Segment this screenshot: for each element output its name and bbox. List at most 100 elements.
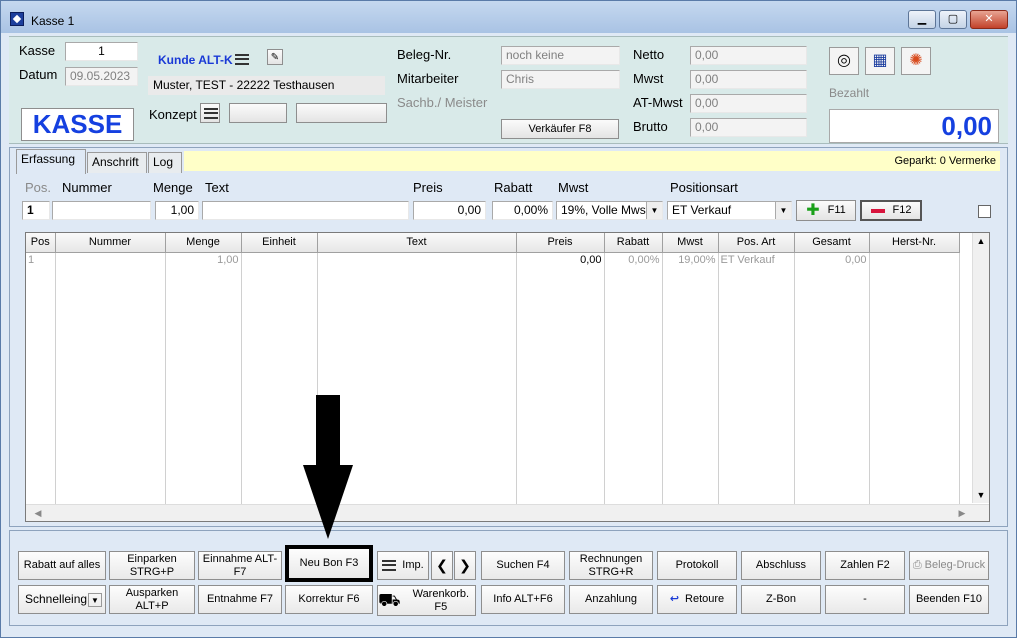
kasse-big-label: KASSE — [21, 108, 134, 141]
zbon-button[interactable]: Z-Bon — [741, 585, 821, 614]
beleg-druck-button[interactable]: ⎙ Beleg-Druck — [909, 551, 989, 580]
ausparken-button[interactable]: Ausparken ALT+P — [109, 585, 195, 614]
tab-log[interactable]: Log — [148, 152, 182, 173]
neu-bon-button[interactable]: Neu Bon F3 — [285, 545, 373, 582]
col-header[interactable]: Rabatt — [604, 233, 663, 253]
scroll-up-icon[interactable]: ▲ — [973, 233, 989, 249]
cart-icon: ⛟ — [378, 590, 401, 610]
suchen-button[interactable]: Suchen F4 — [481, 551, 565, 580]
scroll-left-icon[interactable]: ◀ — [30, 505, 46, 521]
cd-tool-icon[interactable]: ◎ — [829, 47, 859, 75]
cell-mwst: 19,00% — [662, 252, 719, 505]
rechnungen-button[interactable]: Rechnungen STRG+R — [569, 551, 653, 580]
entry-checkbox[interactable] — [978, 205, 991, 218]
beenden-button[interactable]: Beenden F10 — [909, 585, 989, 614]
mwst-select[interactable]: 19%, Volle Mwst ▼ — [556, 201, 663, 220]
kunde-link[interactable]: Kunde ALT-K — [158, 53, 233, 67]
col-header[interactable]: Menge — [165, 233, 242, 253]
einnahme-button[interactable]: Einnahme ALT-F7 — [198, 551, 282, 580]
protokoll-button[interactable]: Protokoll — [657, 551, 737, 580]
nummer-label: Nummer — [62, 180, 112, 195]
add-position-button[interactable]: ✚ F11 — [796, 200, 856, 221]
menge-label: Menge — [153, 180, 193, 195]
client-area: Kasse 1 Datum 09.05.2023 KASSE Kunde ALT… — [9, 33, 1008, 633]
grid-header-row: Pos Nummer Menge Einheit Text Preis Raba… — [26, 233, 960, 253]
nummer-input[interactable] — [52, 201, 151, 220]
calculator-icon[interactable]: ▦ — [865, 47, 895, 75]
netto-label: Netto — [633, 47, 665, 62]
col-header[interactable]: Nummer — [55, 233, 166, 253]
korrektur-button[interactable]: Korrektur F6 — [285, 585, 373, 614]
minimize-button[interactable]: ▁ — [908, 10, 936, 29]
scroll-right-icon[interactable]: ▶ — [954, 505, 970, 521]
col-header[interactable]: Gesamt — [794, 233, 870, 253]
zahlen-button[interactable]: Zahlen F2 — [825, 551, 905, 580]
remove-position-button[interactable]: F12 — [860, 200, 922, 221]
rabatt-label: Rabatt — [494, 180, 533, 195]
kasse-field[interactable]: 1 — [65, 42, 138, 61]
konzept-button-2[interactable] — [296, 103, 387, 123]
col-header[interactable]: Einheit — [241, 233, 318, 253]
brutto-label: Brutto — [633, 119, 668, 134]
konzept-button-1[interactable] — [229, 103, 287, 123]
cell-menge: 1,00 — [165, 252, 242, 505]
cell-nummer — [55, 252, 166, 505]
vertical-scrollbar[interactable]: ▲ ▼ — [972, 233, 989, 503]
datum-field[interactable]: 09.05.2023 — [65, 67, 138, 86]
entnahme-button[interactable]: Entnahme F7 — [198, 585, 282, 614]
chevron-down-icon[interactable]: ▼ — [775, 202, 791, 219]
pos-label: Pos. — [25, 180, 52, 195]
chevron-down-icon[interactable]: ▼ — [88, 593, 102, 607]
abschluss-button[interactable]: Abschluss — [741, 551, 821, 580]
window-title: Kasse 1 — [31, 14, 75, 28]
chevron-down-icon[interactable]: ▼ — [646, 202, 662, 219]
col-header[interactable]: Preis — [516, 233, 605, 253]
horizontal-scrollbar[interactable]: ◀ ▶ — [26, 504, 989, 521]
rabatt-input[interactable]: 0,00% — [492, 201, 553, 220]
info-button[interactable]: Info ALT+F6 — [481, 585, 565, 614]
konzept-list-button[interactable] — [200, 103, 220, 123]
plus-icon: ✚ — [806, 202, 820, 219]
import-button[interactable]: Imp. — [377, 551, 429, 580]
title-bar[interactable]: Kasse 1 ▁ ▢ ✕ — [1, 1, 1016, 33]
prev-arrow-button[interactable]: ❮ — [431, 551, 453, 580]
rabatt-auf-alles-button[interactable]: Rabatt auf alles — [18, 551, 106, 580]
table-row[interactable]: 1 1,00 0,00 0,00% 19,00% ET Verkauf 0,00 — [26, 252, 960, 505]
retoure-button[interactable]: ↩ Retoure — [657, 585, 737, 614]
mwst-field: 0,00 — [690, 70, 807, 89]
chevron-left-icon: ❮ — [436, 557, 448, 573]
tabs-area: Erfassung Anschrift Log Geparkt: 0 Verme… — [9, 147, 1008, 527]
mitarbeiter-field[interactable]: Chris — [501, 70, 620, 89]
col-header[interactable]: Text — [317, 233, 517, 253]
text-input[interactable] — [202, 201, 409, 220]
pos-input[interactable]: 1 — [22, 201, 50, 220]
kunde-list-icon[interactable] — [235, 54, 249, 65]
schnelleingabe-select[interactable]: Schnelleing ▼ — [18, 585, 106, 614]
preis-input[interactable]: 0,00 — [413, 201, 486, 220]
positions-grid[interactable]: Pos Nummer Menge Einheit Text Preis Raba… — [25, 232, 990, 522]
list-icon — [204, 108, 218, 119]
close-button[interactable]: ✕ — [970, 10, 1008, 29]
anzahlung-button[interactable]: Anzahlung — [569, 585, 653, 614]
maximize-button[interactable]: ▢ — [939, 10, 967, 29]
verkaeufer-button[interactable]: Verkäufer F8 — [501, 119, 619, 139]
col-header[interactable]: Mwst — [662, 233, 719, 253]
next-arrow-button[interactable]: ❯ — [454, 551, 476, 580]
col-header[interactable]: Pos — [26, 233, 56, 253]
scroll-down-icon[interactable]: ▼ — [973, 487, 989, 503]
help-lifebuoy-icon[interactable]: ✺ — [901, 47, 931, 75]
warenkorb-button[interactable]: ⛟ Warenkorb. F5 — [377, 585, 476, 616]
menge-input[interactable]: 1,00 — [155, 201, 199, 220]
edit-pencil-icon[interactable]: ✎ — [267, 49, 283, 65]
tab-anschrift[interactable]: Anschrift — [87, 152, 147, 173]
minus-button[interactable]: - — [825, 585, 905, 614]
col-header[interactable]: Herst-Nr. — [869, 233, 960, 253]
einparken-button[interactable]: Einparken STRG+P — [109, 551, 195, 580]
col-header[interactable]: Pos. Art — [718, 233, 795, 253]
tab-erfassung[interactable]: Erfassung — [16, 149, 86, 174]
mitarbeiter-label: Mitarbeiter — [397, 71, 459, 86]
positionsart-select[interactable]: ET Verkauf ▼ — [667, 201, 792, 220]
app-icon — [10, 12, 24, 26]
kasse-label: Kasse — [19, 43, 56, 58]
geparkt-bar: Geparkt: 0 Vermerke — [184, 151, 1000, 171]
